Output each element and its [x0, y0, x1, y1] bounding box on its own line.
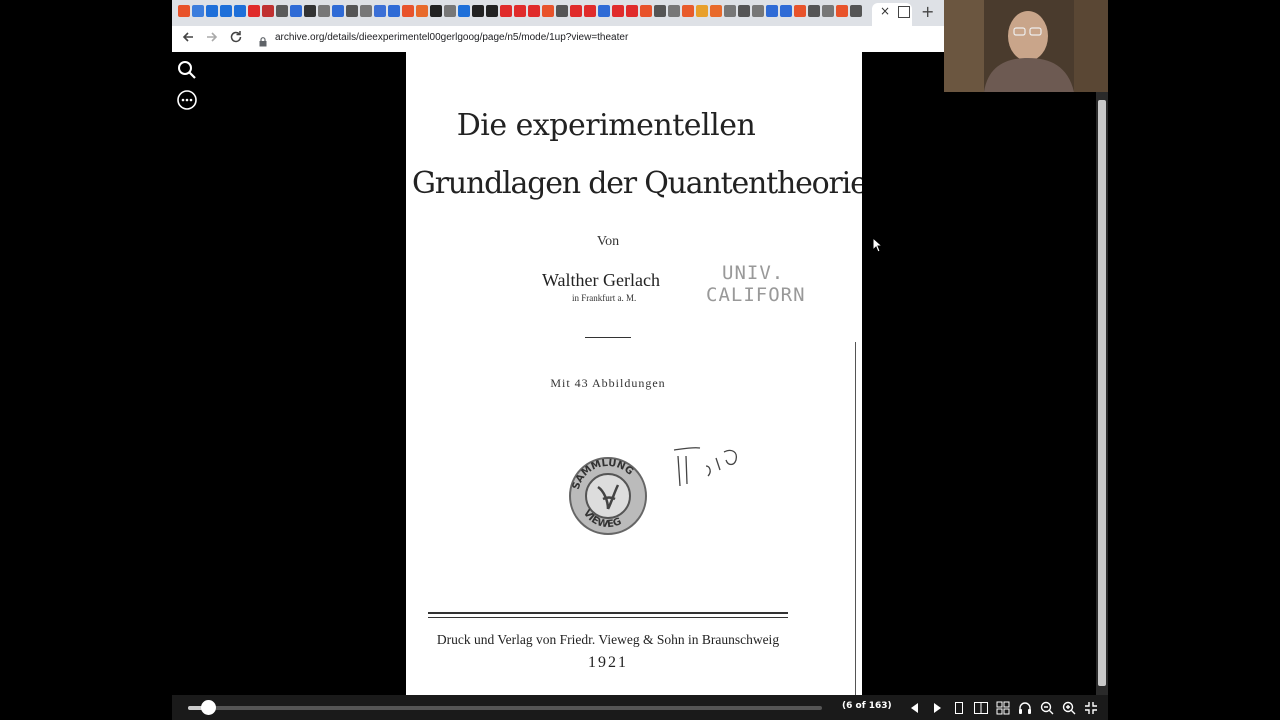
pinned-tab-favicon-icon[interactable] — [388, 5, 400, 17]
pinned-tab-favicon-icon[interactable] — [220, 5, 232, 17]
pinned-tab-favicon-icon[interactable] — [178, 5, 190, 17]
tab-strip: × + — [172, 0, 944, 26]
pinned-tab-favicon-icon[interactable] — [514, 5, 526, 17]
viewer-toolbar: (6 of 163) — [172, 695, 1108, 720]
pinned-tab-favicon-icon[interactable] — [836, 5, 848, 17]
previous-page-icon[interactable] — [907, 700, 923, 716]
page-counter: (6 of 163) — [842, 701, 892, 711]
pinned-tab-favicon-icon[interactable] — [276, 5, 288, 17]
pinned-tab-favicon-icon[interactable] — [738, 5, 750, 17]
mouse-cursor-icon — [872, 237, 884, 253]
url-text[interactable]: archive.org/details/dieexperimentel00ger… — [275, 32, 628, 43]
pinned-tab-favicon-icon[interactable] — [584, 5, 596, 17]
pinned-tab-favicon-icon[interactable] — [724, 5, 736, 17]
pinned-tab-favicon-icon[interactable] — [696, 5, 708, 17]
presenter-video — [944, 0, 1108, 92]
pinned-tab-favicon-icon[interactable] — [640, 5, 652, 17]
pinned-tab-favicon-icon[interactable] — [192, 5, 204, 17]
pinned-tab-favicon-icon[interactable] — [528, 5, 540, 17]
stamp-line2: CALIFORN — [706, 284, 806, 306]
scrollbar[interactable] — [1096, 92, 1108, 695]
pinned-tab-favicon-icon[interactable] — [850, 5, 862, 17]
back-arrow-icon[interactable] — [181, 30, 195, 48]
pinned-tab-favicon-icon[interactable] — [304, 5, 316, 17]
pinned-tab-favicon-icon[interactable] — [290, 5, 302, 17]
pinned-tab-favicon-icon[interactable] — [430, 5, 442, 17]
pinned-tab-favicon-icon[interactable] — [794, 5, 806, 17]
read-aloud-icon[interactable] — [1017, 700, 1033, 716]
author-location: in Frankfurt a. M. — [572, 293, 637, 303]
rule-thick — [428, 612, 788, 614]
webcam-overlay — [944, 0, 1108, 92]
thumbnail-view-icon[interactable] — [995, 700, 1011, 716]
next-page-icon[interactable] — [929, 700, 945, 716]
divider — [585, 337, 631, 338]
pinned-tab-favicon-icon[interactable] — [598, 5, 610, 17]
tab-close-icon[interactable]: × — [880, 4, 890, 18]
book-page[interactable]: Die experimentellen Grundlagen der Quant… — [406, 52, 862, 695]
pinned-tab-favicon-icon[interactable] — [556, 5, 568, 17]
two-page-view-icon[interactable] — [973, 700, 989, 716]
author-name: Walther Gerlach — [542, 270, 660, 290]
pinned-tab-favicon-icon[interactable] — [206, 5, 218, 17]
reload-icon[interactable] — [229, 30, 243, 48]
browser-window: × + archive.org/details/dieexperimentel0… — [172, 0, 1108, 720]
page-edge — [855, 342, 856, 695]
zoom-in-icon[interactable] — [1061, 700, 1077, 716]
stamp-line1: UNIV. — [722, 262, 785, 284]
internet-archive-tab-icon[interactable] — [898, 6, 910, 18]
pinned-tab-favicon-icon[interactable] — [766, 5, 778, 17]
scrollbar-thumb[interactable] — [1098, 100, 1106, 686]
pinned-tab-favicon-icon[interactable] — [374, 5, 386, 17]
pinned-tab-favicon-icon[interactable] — [234, 5, 246, 17]
pinned-tab-favicon-icon[interactable] — [668, 5, 680, 17]
search-icon[interactable] — [176, 59, 198, 81]
pinned-tabs[interactable] — [178, 5, 862, 21]
page-title-line1: Die experimentellen — [456, 108, 756, 143]
more-options-icon[interactable] — [176, 89, 198, 111]
forward-arrow-icon[interactable] — [205, 30, 219, 48]
pinned-tab-favicon-icon[interactable] — [612, 5, 624, 17]
publisher-seal-icon: SAMMLUNG VIEWEG — [569, 457, 647, 535]
page-slider-handle[interactable] — [201, 700, 216, 715]
pinned-tab-favicon-icon[interactable] — [626, 5, 638, 17]
pinned-tab-favicon-icon[interactable] — [402, 5, 414, 17]
pinned-tab-favicon-icon[interactable] — [332, 5, 344, 17]
library-stamp: UNIV. CALIFORN — [706, 262, 806, 306]
pinned-tab-favicon-icon[interactable] — [360, 5, 372, 17]
pinned-tab-favicon-icon[interactable] — [570, 5, 582, 17]
pinned-tab-favicon-icon[interactable] — [542, 5, 554, 17]
lock-icon[interactable] — [259, 32, 267, 47]
pinned-tab-favicon-icon[interactable] — [710, 5, 722, 17]
byline-von: Von — [596, 234, 620, 249]
pinned-tab-favicon-icon[interactable] — [458, 5, 470, 17]
pinned-tab-favicon-icon[interactable] — [654, 5, 666, 17]
pinned-tab-favicon-icon[interactable] — [780, 5, 792, 17]
illustrations-note: Mit 43 Abbildungen — [550, 376, 666, 390]
pinned-tab-favicon-icon[interactable] — [262, 5, 274, 17]
new-tab-button[interactable]: + — [921, 2, 934, 21]
pinned-tab-favicon-icon[interactable] — [346, 5, 358, 17]
rule-thin — [428, 617, 788, 618]
pinned-tab-favicon-icon[interactable] — [444, 5, 456, 17]
one-page-view-icon[interactable] — [951, 700, 967, 716]
pinned-tab-favicon-icon[interactable] — [472, 5, 484, 17]
handwritten-mark — [673, 447, 738, 487]
pinned-tab-favicon-icon[interactable] — [486, 5, 498, 17]
page-slider[interactable] — [188, 706, 822, 710]
exit-fullscreen-icon[interactable] — [1083, 700, 1099, 716]
pinned-tab-favicon-icon[interactable] — [682, 5, 694, 17]
pinned-tab-favicon-icon[interactable] — [500, 5, 512, 17]
pinned-tab-favicon-icon[interactable] — [318, 5, 330, 17]
publisher-line: Druck und Verlag von Friedr. Vieweg & So… — [436, 632, 780, 647]
zoom-out-icon[interactable] — [1039, 700, 1055, 716]
pinned-tab-favicon-icon[interactable] — [248, 5, 260, 17]
page-title-line2: Grundlagen der Quantentheorie — [412, 166, 862, 201]
pinned-tab-favicon-icon[interactable] — [822, 5, 834, 17]
pinned-tab-favicon-icon[interactable] — [808, 5, 820, 17]
pinned-tab-favicon-icon[interactable] — [416, 5, 428, 17]
publication-year: 1921 — [588, 654, 628, 671]
pinned-tab-favicon-icon[interactable] — [752, 5, 764, 17]
address-bar: archive.org/details/dieexperimentel00ger… — [172, 26, 944, 53]
